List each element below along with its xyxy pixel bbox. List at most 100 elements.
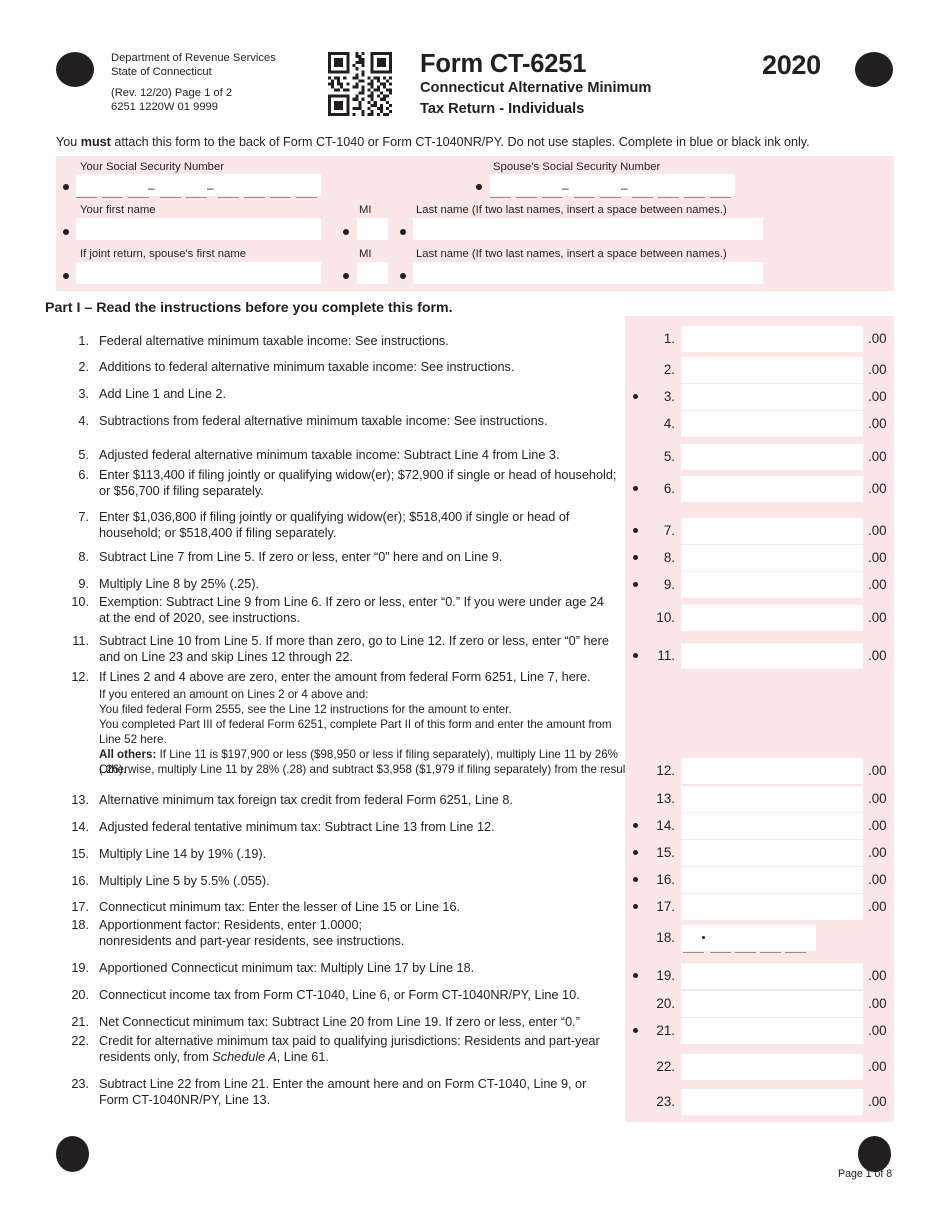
entry-input-10[interactable] — [681, 605, 863, 631]
line-number-1: 1. — [78, 334, 89, 348]
entry-number-9: 9. — [663, 577, 675, 592]
form-page: Department of Revenue Services State of … — [0, 0, 950, 1230]
entry-number-4: 4. — [663, 416, 675, 431]
entry-input-6[interactable] — [681, 476, 863, 502]
line-number-17: 17. — [71, 900, 89, 914]
entry-number-22: 22. — [656, 1059, 675, 1074]
your-mi-label: MI — [359, 204, 372, 216]
entry-row-2: 2. .00 — [625, 357, 894, 383]
entry-input-1[interactable] — [681, 326, 863, 352]
line-number-14: 14. — [71, 820, 89, 834]
entry-number-16: 16. — [656, 872, 675, 887]
your-first-name-input[interactable] — [76, 218, 321, 240]
line-text-18-cont: nonresidents and part-year residents, se… — [99, 934, 405, 948]
entry-input-5[interactable] — [681, 444, 863, 470]
line-text-2: Additions to federal alternative minimum… — [99, 360, 515, 374]
entry-bullet-17 — [633, 904, 638, 909]
entry-input-20[interactable] — [681, 991, 863, 1017]
entry-number-8: 8. — [663, 550, 675, 565]
line-22-cont-post: , Line 61. — [276, 1050, 329, 1064]
spouse-mi-input[interactable] — [357, 262, 388, 284]
entry-row-16: 16. .00 — [625, 867, 894, 893]
entry-input-11[interactable] — [681, 643, 863, 669]
entry-number-10: 10. — [656, 610, 675, 625]
line-text-5: Adjusted federal alternative minimum tax… — [99, 448, 560, 462]
your-ssn-bullet — [63, 184, 69, 190]
spouse-first-name-input[interactable] — [76, 262, 321, 284]
entry-input-4[interactable] — [681, 411, 863, 437]
entry-row-9: 9. .00 — [625, 572, 894, 598]
line-number-15: 15. — [71, 847, 89, 861]
entry-bullet-19 — [633, 973, 638, 978]
entry-input-21[interactable] — [681, 1018, 863, 1044]
line-text-13: Alternative minimum tax foreign tax cred… — [99, 793, 513, 807]
line-text-3: Add Line 1 and Line 2. — [99, 387, 226, 401]
entry-cents-11: .00 — [868, 648, 887, 663]
entry-row-4: 4. .00 — [625, 411, 894, 437]
line-12-detail-4: Line 52 here. — [99, 733, 167, 746]
taxpayer-identity-panel: Your Social Security Number – – Spouse's… — [56, 156, 894, 291]
line-text-7: Enter $1,036,800 if filing jointly or qu… — [99, 510, 570, 524]
spouse-ssn-input[interactable] — [490, 174, 735, 196]
tax-year: 2020 — [762, 50, 821, 80]
line-number-21: 21. — [71, 1015, 89, 1029]
entry-bullet-14 — [633, 823, 638, 828]
line-text-6: Enter $113,400 if filing jointly or qual… — [99, 468, 617, 482]
entry-cents-6: .00 — [868, 481, 887, 496]
line-number-23: 23. — [71, 1077, 89, 1091]
entry-input-14[interactable] — [681, 813, 863, 839]
line-number-9: 9. — [78, 577, 89, 591]
entry-input-17[interactable] — [681, 894, 863, 920]
line-12-detail-2: You filed federal Form 2555, see the Lin… — [99, 703, 512, 716]
your-ssn-input[interactable] — [76, 174, 321, 196]
entry-input-15[interactable] — [681, 840, 863, 866]
entry-number-23: 23. — [656, 1094, 675, 1109]
line-text-12: If Lines 2 and 4 above are zero, enter t… — [99, 670, 591, 684]
entry-number-18: 18. — [656, 930, 675, 945]
line-text-11-cont: and on Line 23 and skip Lines 12 through… — [99, 650, 353, 664]
entry-input-12[interactable] — [681, 758, 863, 784]
your-mi-bullet — [343, 229, 349, 235]
line-text-7-cont: household; or $518,400 if filing separat… — [99, 526, 337, 540]
line-number-20: 20. — [71, 988, 89, 1002]
department-line-2: State of Connecticut — [111, 65, 212, 78]
line-text-6-cont: or $56,700 if filing separately. — [99, 484, 264, 498]
entry-input-19[interactable] — [681, 963, 863, 989]
your-last-name-input[interactable] — [413, 218, 763, 240]
entry-bullet-7 — [633, 528, 638, 533]
department-line-1: Department of Revenue Services — [111, 52, 276, 64]
your-mi-input[interactable] — [357, 218, 388, 240]
entry-input-2[interactable] — [681, 357, 863, 383]
entry-cents-4: .00 — [868, 416, 887, 431]
entry-cents-15: .00 — [868, 845, 887, 860]
entry-input-16[interactable] — [681, 867, 863, 893]
entry-row-20: 20. .00 — [625, 991, 894, 1017]
entry-input-23[interactable] — [681, 1089, 863, 1115]
line-number-22: 22. — [71, 1034, 89, 1048]
entry-row-7: 7. .00 — [625, 518, 894, 544]
your-ssn-dash-2: – — [207, 181, 214, 195]
spouse-ssn-dash-1: – — [562, 181, 569, 195]
entry-input-22[interactable] — [681, 1054, 863, 1080]
form-title-line-2: Tax Return - Individuals — [420, 100, 585, 117]
entry-number-21: 21. — [656, 1023, 675, 1038]
line-text-8: Subtract Line 7 from Line 5. If zero or … — [99, 550, 503, 564]
line-text-19: Apportioned Connecticut minimum tax: Mul… — [99, 961, 475, 975]
entry-input-3[interactable] — [681, 384, 863, 410]
line-text-22-cont: residents only, from Schedule A, Line 61… — [99, 1049, 644, 1065]
entry-input-13[interactable] — [681, 786, 863, 812]
entry-cents-23: .00 — [868, 1094, 887, 1109]
line-number-16: 16. — [71, 874, 89, 888]
entry-cents-10: .00 — [868, 610, 887, 625]
entry-row-13: 13. .00 — [625, 786, 894, 812]
entry-number-5: 5. — [663, 449, 675, 464]
entry-input-9[interactable] — [681, 572, 863, 598]
spouse-last-name-input[interactable] — [413, 262, 763, 284]
line-number-12: 12. — [71, 670, 89, 684]
spouse-first-name-bullet — [63, 273, 69, 279]
alignment-mark-top-right — [855, 52, 893, 87]
entry-input-8[interactable] — [681, 545, 863, 571]
line-text-16: Multiply Line 5 by 5.5% (.055). — [99, 874, 270, 888]
line-text-23-cont: Form CT-1040NR/PY, Line 13. — [99, 1093, 271, 1107]
entry-input-7[interactable] — [681, 518, 863, 544]
